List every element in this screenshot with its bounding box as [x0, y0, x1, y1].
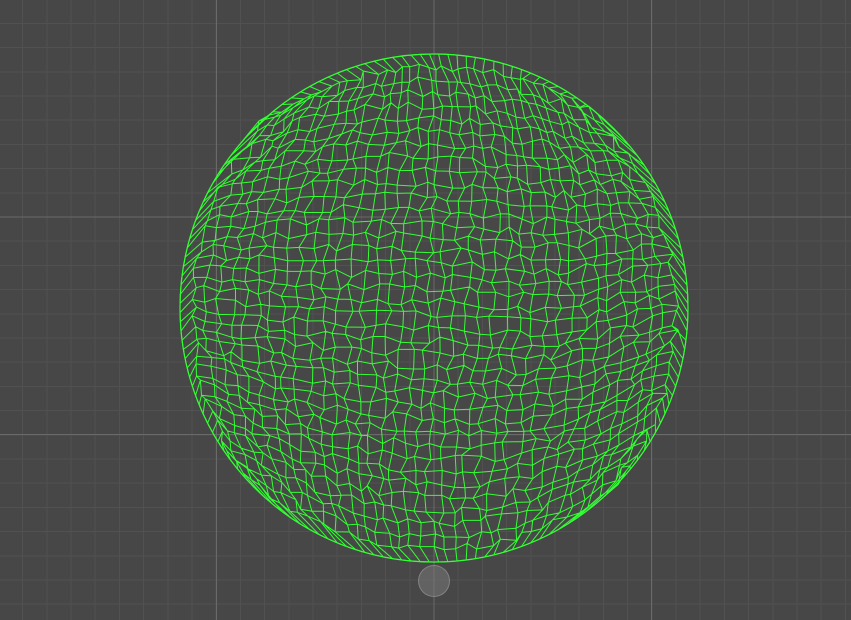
scene-viewport[interactable] — [0, 0, 851, 620]
background-grid — [0, 0, 851, 620]
scene-canvas[interactable] — [0, 0, 851, 620]
pivot-handle-icon[interactable] — [418, 565, 450, 597]
